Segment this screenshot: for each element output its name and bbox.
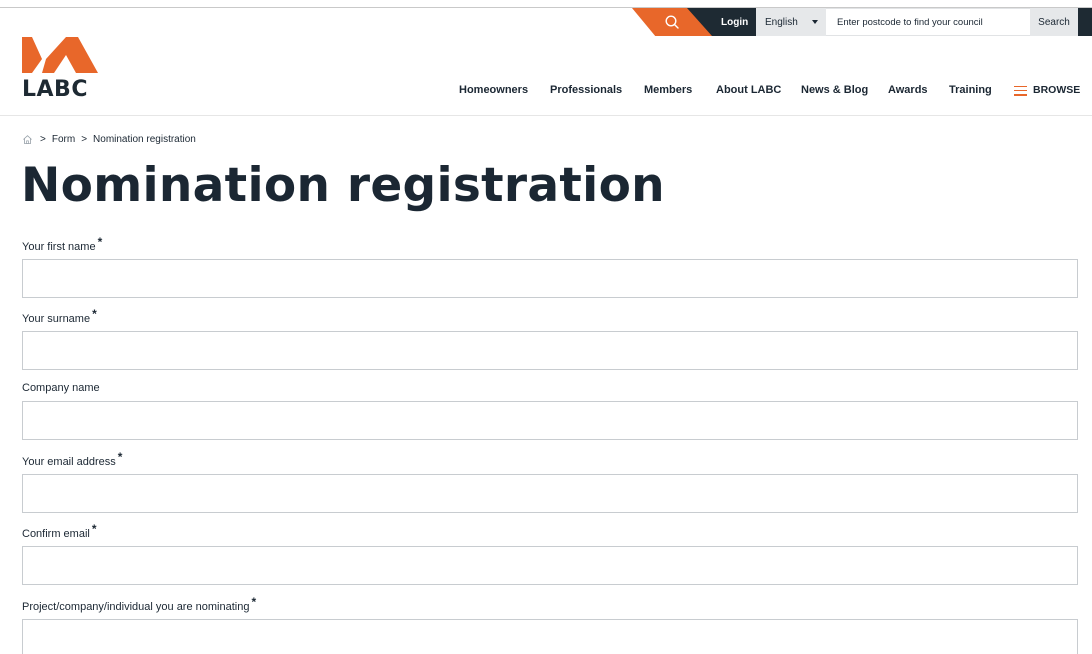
required-marker: *	[91, 522, 97, 536]
surname-input[interactable]	[22, 331, 1078, 370]
main-navigation: Homeowners Professionals Members About L…	[0, 84, 1092, 100]
postcode-input[interactable]: Enter postcode to find your council	[826, 8, 1030, 36]
header-divider	[0, 115, 1092, 116]
nav-item-news-blog[interactable]: News & Blog	[801, 84, 868, 96]
hamburger-icon	[1014, 85, 1027, 96]
language-selected-value: English	[765, 16, 798, 28]
surname-label-text: Your surname	[22, 313, 91, 325]
nominee-label-text: Project/company/individual you are nomin…	[22, 601, 250, 613]
browse-label: BROWSE	[1033, 84, 1081, 96]
breadcrumb: > Form > Nomination registration	[22, 134, 196, 145]
required-marker: *	[117, 450, 123, 464]
confirm-email-label: Confirm email *	[22, 522, 97, 540]
search-icon	[665, 15, 679, 29]
postcode-search-button[interactable]: Search	[1030, 8, 1078, 36]
email-label: Your email address *	[22, 450, 122, 468]
utility-bar-edge	[1078, 8, 1092, 36]
required-marker: *	[97, 235, 103, 249]
nav-item-training[interactable]: Training	[949, 84, 992, 96]
first-name-label: Your first name *	[22, 235, 102, 253]
first-name-label-text: Your first name	[22, 241, 96, 253]
login-button[interactable]: Login	[712, 8, 756, 36]
nav-item-professionals[interactable]: Professionals	[550, 84, 622, 96]
company-name-label-text: Company name	[22, 382, 100, 394]
email-input[interactable]	[22, 474, 1078, 513]
confirm-email-input[interactable]	[22, 546, 1078, 585]
email-label-text: Your email address	[22, 456, 116, 468]
roof-logo-icon	[22, 37, 98, 73]
breadcrumb-separator: >	[40, 134, 46, 145]
nav-item-awards[interactable]: Awards	[888, 84, 928, 96]
confirm-email-label-text: Confirm email	[22, 528, 90, 540]
nav-item-homeowners[interactable]: Homeowners	[459, 84, 528, 96]
required-marker: *	[92, 307, 97, 321]
required-marker: *	[251, 595, 257, 609]
language-select[interactable]: English	[756, 8, 826, 36]
caret-down-icon	[812, 20, 818, 24]
company-name-label: Company name	[22, 382, 100, 394]
breadcrumb-item-form[interactable]: Form	[52, 134, 75, 145]
first-name-input[interactable]	[22, 259, 1078, 298]
nav-item-members[interactable]: Members	[644, 84, 692, 96]
surname-label: Your surname *	[22, 307, 97, 325]
nominee-input[interactable]	[22, 619, 1078, 654]
breadcrumb-separator: >	[81, 134, 88, 145]
breadcrumb-item-current: Nomination registration	[93, 134, 196, 145]
nominee-label: Project/company/individual you are nomin…	[22, 595, 256, 613]
nav-item-about-labc[interactable]: About LABC	[716, 84, 781, 96]
company-name-input[interactable]	[22, 401, 1078, 440]
browse-menu-button[interactable]: BROWSE	[1014, 84, 1080, 96]
page-title: Nomination registration	[21, 158, 665, 213]
site-search-button[interactable]	[632, 8, 712, 36]
home-icon[interactable]	[22, 134, 33, 145]
utility-bar: Login English Enter postcode to find you…	[632, 8, 1092, 36]
